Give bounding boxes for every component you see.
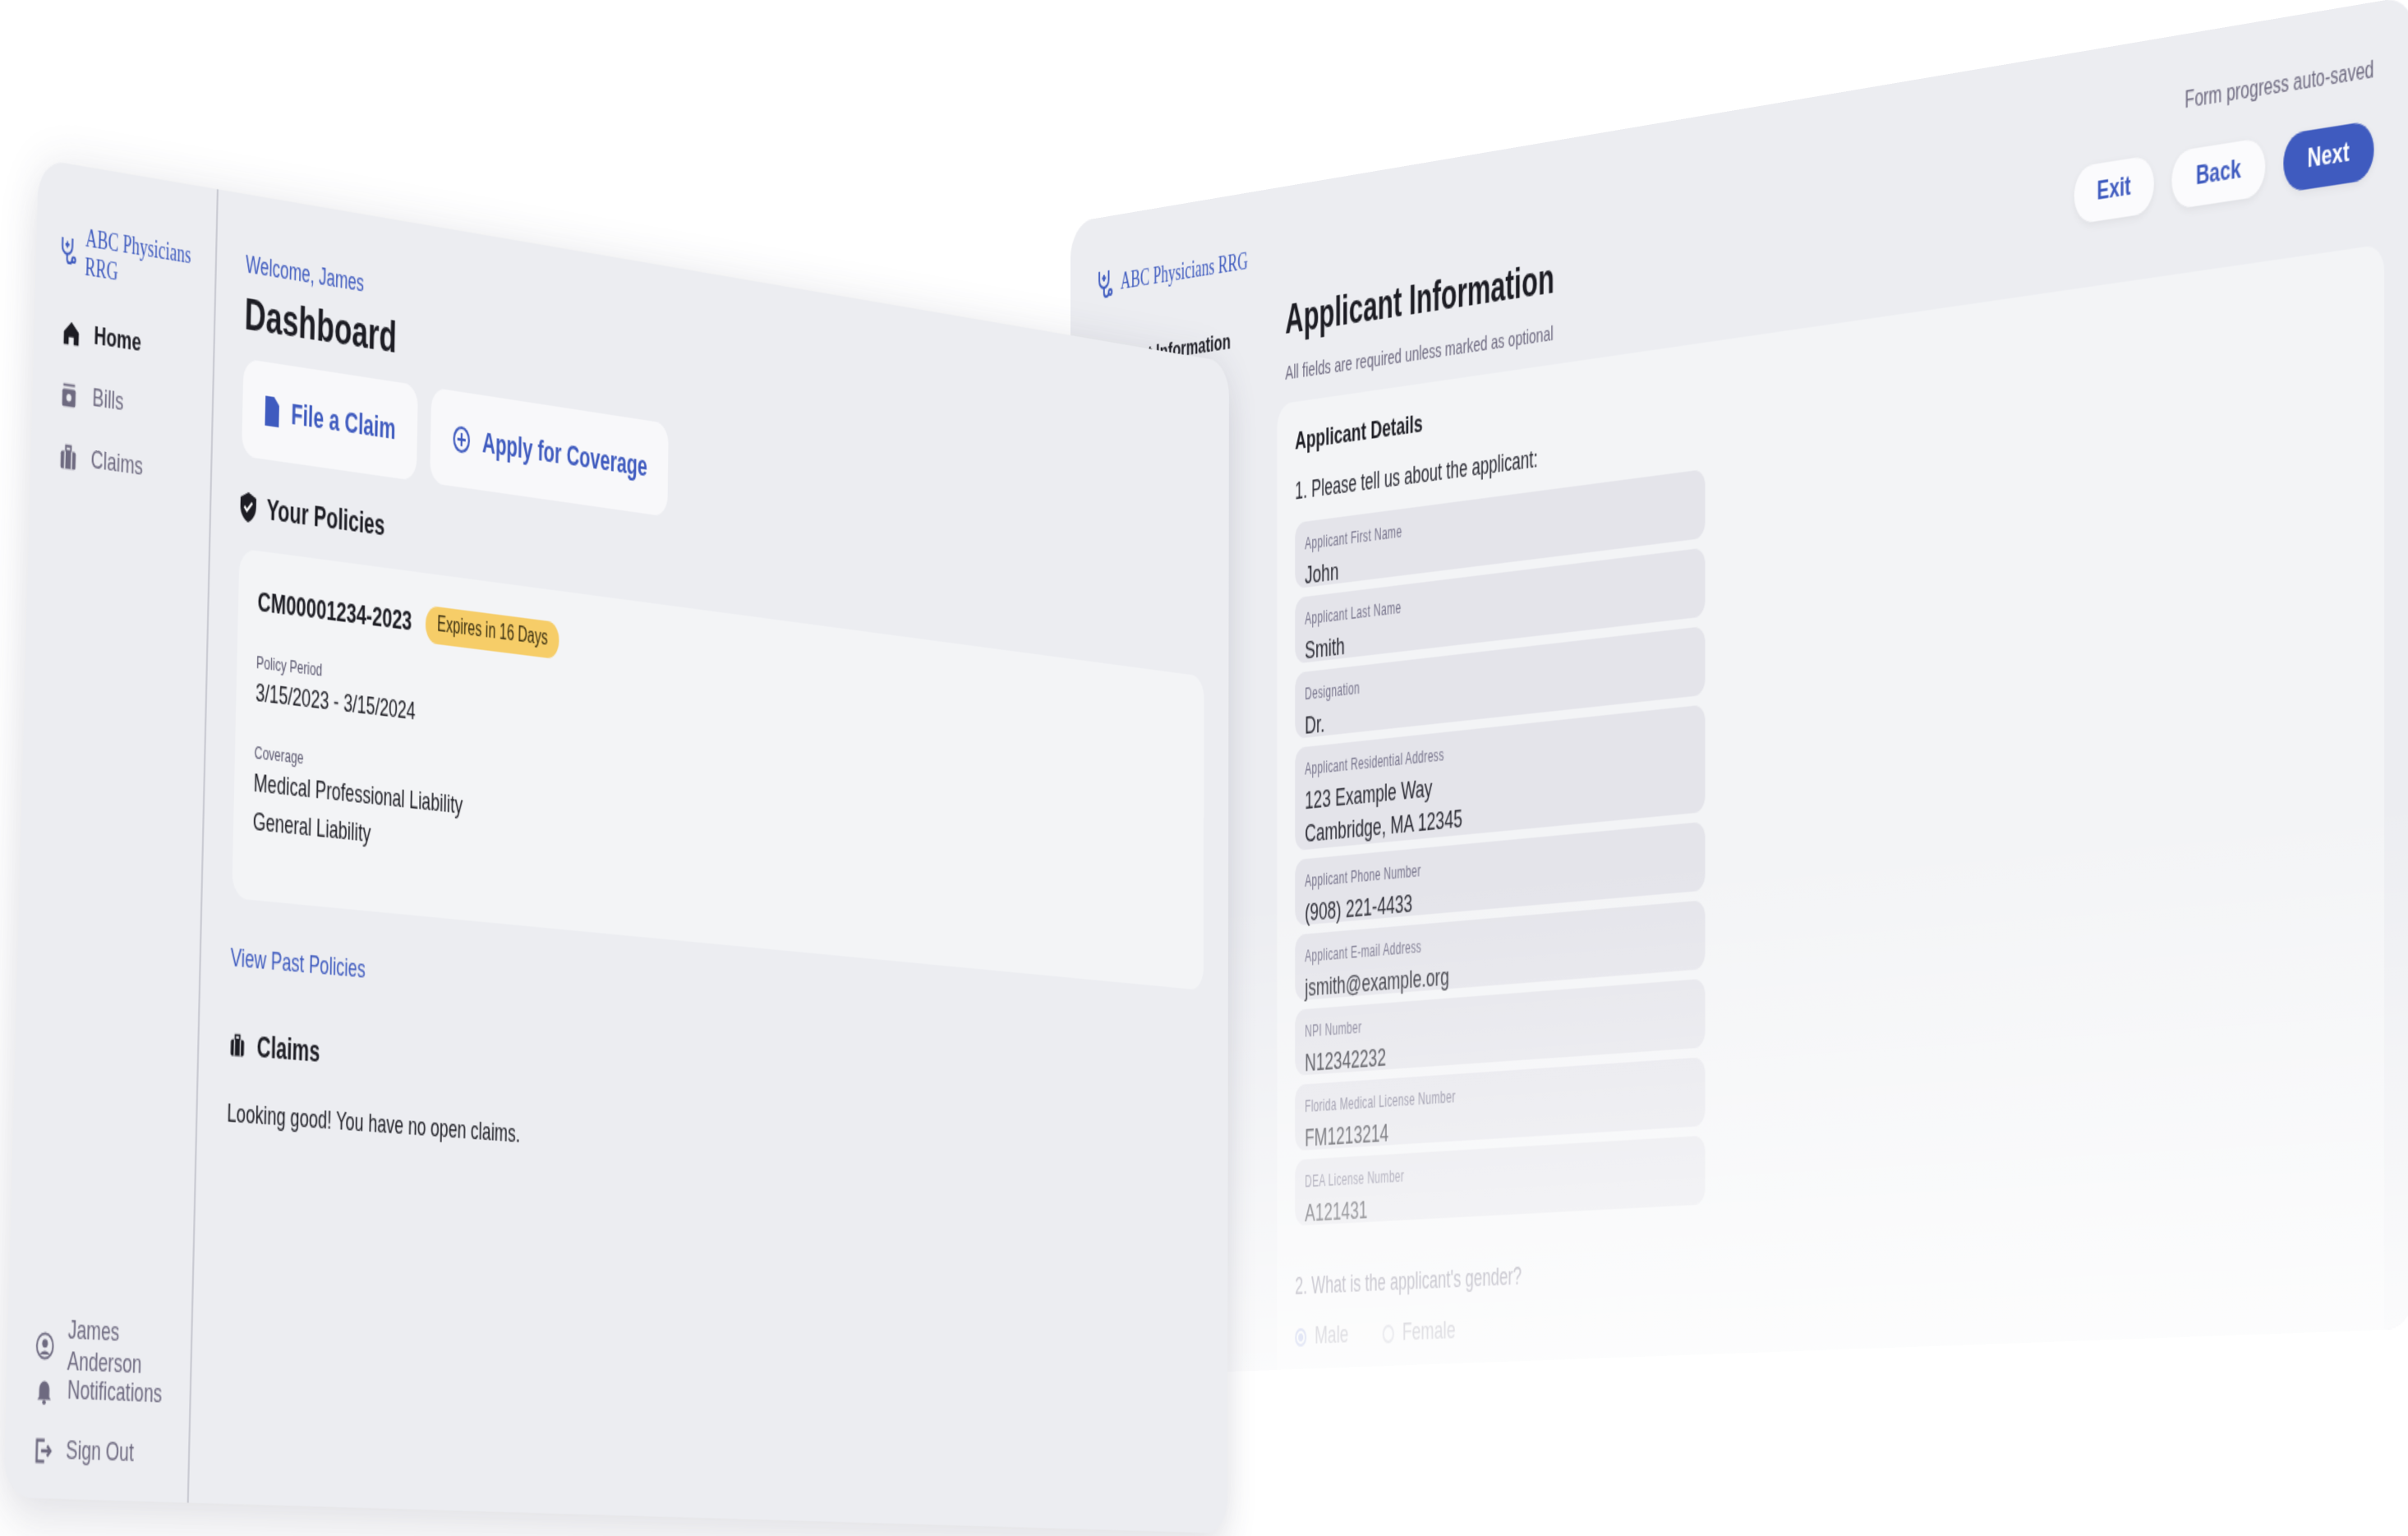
user-icon: [35, 1330, 55, 1362]
sign-out-icon: [32, 1435, 53, 1467]
sidebar-item-notifications[interactable]: Notifications: [34, 1374, 163, 1411]
bills-icon: [62, 382, 76, 408]
radio-male[interactable]: Male: [1295, 1321, 1349, 1352]
application-form-window: ABC Physicians RRG Form progress auto-sa…: [1070, 0, 2408, 1378]
bell-icon: [37, 1381, 52, 1405]
brand-logo: ABC Physicians RRG: [59, 220, 215, 302]
file-icon: [265, 395, 280, 428]
policy-period-label: Policy Period: [256, 651, 323, 680]
policies-heading: Your Policies: [240, 488, 385, 543]
sidebar-item-profile[interactable]: James Anderson: [35, 1314, 191, 1384]
sidebar-item-bills[interactable]: Bills: [59, 379, 124, 418]
page-title: Dashboard: [244, 288, 398, 364]
nav-label: Sign Out: [65, 1436, 135, 1469]
sidebar-item-home[interactable]: Home: [61, 317, 141, 360]
nav-label: Bills: [92, 383, 124, 417]
plus-circle-icon: [452, 424, 471, 456]
autosave-status: Form progress auto-saved: [2185, 58, 2374, 114]
nav-label: Claims: [90, 445, 144, 482]
home-icon: [63, 322, 80, 347]
briefcase-icon: [60, 441, 78, 474]
radio-female[interactable]: Female: [1382, 1317, 1456, 1349]
file-claim-button[interactable]: File a Claim: [241, 358, 419, 482]
brand-logo: ABC Physicians RRG: [1097, 245, 1248, 301]
exit-button[interactable]: Exit: [2074, 155, 2155, 225]
view-past-policies-link[interactable]: View Past Policies: [230, 943, 366, 985]
question-2: 2. What is the applicant's gender?: [1295, 1262, 1522, 1300]
button-label: Apply for Coverage: [481, 425, 648, 483]
shield-check-icon: [240, 491, 257, 524]
sidebar-item-sign-out[interactable]: Sign Out: [32, 1435, 134, 1470]
brand-name: ABC Physicians RRG: [1120, 247, 1248, 294]
apply-coverage-button[interactable]: Apply for Coverage: [430, 387, 669, 517]
coverage-item: General Liability: [252, 807, 371, 849]
dashboard-window: ABC Physicians RRG Home Bills Claims Jam…: [2, 159, 1230, 1534]
section-heading: Applicant Details: [1295, 409, 1423, 456]
policy-period: 3/15/2023 - 3/15/2024: [255, 679, 416, 726]
brand-name: ABC Physicians RRG: [84, 224, 192, 286]
claims-empty-message: Looking good! You have no open claims.: [226, 1099, 521, 1150]
radio-label: Male: [1315, 1321, 1349, 1350]
heading-text: Your Policies: [266, 491, 385, 542]
form-actions: Exit Back Next: [2074, 120, 2374, 225]
expiry-badge: Expires in 16 Days: [425, 605, 559, 660]
policy-number: CM00001234-2023: [257, 586, 412, 638]
nav-label: James Anderson: [67, 1315, 142, 1381]
button-label: File a Claim: [291, 396, 396, 446]
sidebar-item-claims[interactable]: Claims: [58, 441, 143, 483]
radio-empty-icon: [1382, 1324, 1394, 1344]
applicant-details-card: Applicant Details 1. Please tell us abou…: [1277, 243, 2385, 1378]
nav-label: Home: [93, 321, 142, 358]
stethoscope-icon: [1097, 267, 1114, 301]
heading-text: Claims: [256, 1029, 320, 1069]
policy-header: CM00001234-2023 Expires in 16 Days: [257, 583, 559, 660]
next-button[interactable]: Next: [2283, 120, 2374, 193]
briefcase-icon: [230, 1031, 246, 1060]
stethoscope-icon: [62, 237, 76, 265]
gender-radio-group: Male Female: [1295, 1315, 1486, 1353]
policy-card[interactable]: CM00001234-2023 Expires in 16 Days Polic…: [232, 548, 1204, 991]
nav-label: Notifications: [67, 1375, 163, 1410]
radio-selected-icon: [1295, 1327, 1307, 1347]
radio-label: Female: [1402, 1317, 1456, 1347]
back-button[interactable]: Back: [2171, 137, 2266, 210]
claims-heading: Claims: [228, 1027, 320, 1071]
sidebar: ABC Physicians RRG Home Bills Claims Jam…: [2, 159, 219, 1503]
coverage-label: Coverage: [254, 741, 304, 768]
